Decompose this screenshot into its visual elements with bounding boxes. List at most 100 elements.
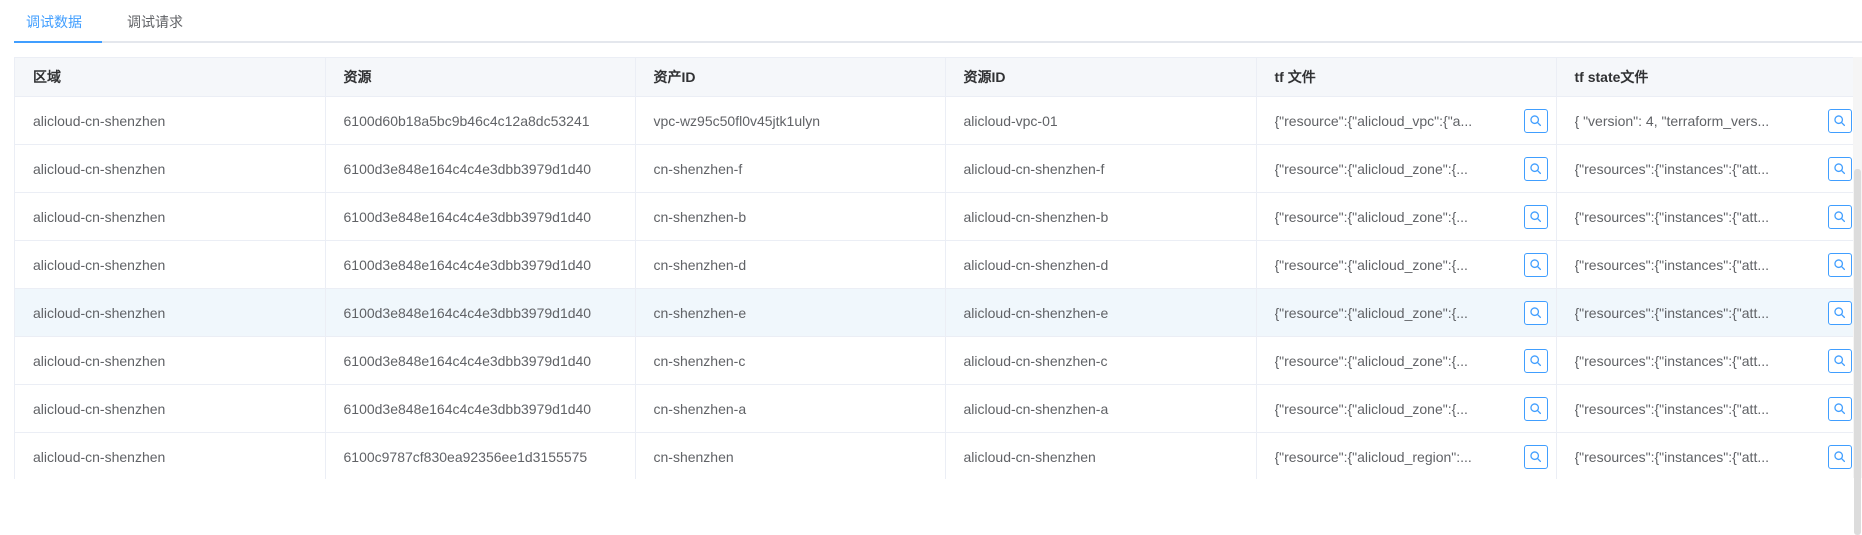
- cell-asset-id: cn-shenzhen-d: [635, 240, 946, 289]
- search-icon: [1529, 162, 1542, 175]
- search-icon: [1529, 450, 1542, 463]
- table-row[interactable]: alicloud-cn-shenzhen 6100d3e848e164c4c4e3…: [15, 336, 1861, 385]
- cell-region: alicloud-cn-shenzhen: [15, 432, 326, 479]
- tf-state-file-preview: {"resources":{"instances":{"att...: [1574, 208, 1770, 225]
- search-icon: [1833, 258, 1846, 271]
- cell-tf-file: {"resource":{"alicloud_zone":{...: [1256, 288, 1557, 337]
- tf-state-file-preview: {"resources":{"instances":{"att...: [1574, 400, 1770, 417]
- table-row[interactable]: alicloud-cn-shenzhen 6100d3e848e164c4c4e3…: [15, 144, 1861, 193]
- cell-resource: 6100d3e848e164c4c4e3dbb3979d1d40: [325, 240, 636, 289]
- tab-debug-request[interactable]: 调试请求: [127, 0, 183, 41]
- cell-tf-state-file: {"resources":{"instances":{"att...: [1556, 288, 1861, 337]
- view-tf-file-button[interactable]: [1523, 252, 1548, 277]
- cell-resource-id: alicloud-cn-shenzhen-c: [945, 336, 1257, 385]
- column-header-region: 区域: [15, 58, 326, 97]
- cell-tf-state-file: { "version": 4, "terraform_vers...: [1556, 96, 1861, 145]
- cell-resource-id: alicloud-cn-shenzhen-b: [945, 192, 1257, 241]
- view-tf-file-button[interactable]: [1523, 300, 1548, 325]
- table-row[interactable]: alicloud-cn-shenzhen 6100d3e848e164c4c4e3…: [15, 384, 1861, 433]
- cell-tf-state-file: {"resources":{"instances":{"att...: [1556, 432, 1861, 479]
- view-tf-state-file-button[interactable]: [1827, 204, 1852, 229]
- cell-resource: 6100c9787cf830ea92356ee1d3155575: [325, 432, 636, 479]
- scrollbar-thumb[interactable]: [1854, 169, 1861, 535]
- cell-resource-id: alicloud-cn-shenzhen: [945, 432, 1257, 479]
- tf-file-preview: {"resource":{"alicloud_zone":{...: [1274, 160, 1468, 177]
- tf-state-file-preview: { "version": 4, "terraform_vers...: [1574, 112, 1770, 129]
- search-icon: [1529, 114, 1542, 127]
- cell-tf-file: {"resource":{"alicloud_zone":{...: [1256, 240, 1557, 289]
- search-icon: [1833, 114, 1846, 127]
- column-header-tf-state-file: tf state文件: [1556, 58, 1861, 97]
- table-row[interactable]: alicloud-cn-shenzhen 6100d3e848e164c4c4e3…: [15, 240, 1861, 289]
- cell-resource: 6100d3e848e164c4c4e3dbb3979d1d40: [325, 288, 636, 337]
- cell-tf-file: {"resource":{"alicloud_zone":{...: [1256, 336, 1557, 385]
- cell-asset-id: cn-shenzhen-c: [635, 336, 946, 385]
- cell-asset-id: cn-shenzhen-e: [635, 288, 946, 337]
- cell-asset-id: cn-shenzhen-a: [635, 384, 946, 433]
- cell-region: alicloud-cn-shenzhen: [15, 288, 326, 337]
- view-tf-file-button[interactable]: [1523, 444, 1548, 469]
- view-tf-file-button[interactable]: [1523, 108, 1548, 133]
- tf-state-file-preview: {"resources":{"instances":{"att...: [1574, 448, 1770, 465]
- view-tf-file-button[interactable]: [1523, 204, 1548, 229]
- view-tf-file-button[interactable]: [1523, 156, 1548, 181]
- view-tf-state-file-button[interactable]: [1827, 156, 1852, 181]
- column-header-resource: 资源: [325, 58, 636, 97]
- tab-active-indicator: [14, 41, 102, 43]
- view-tf-state-file-button[interactable]: [1827, 252, 1852, 277]
- search-icon: [1833, 450, 1846, 463]
- cell-tf-state-file: {"resources":{"instances":{"att...: [1556, 192, 1861, 241]
- view-tf-state-file-button[interactable]: [1827, 300, 1852, 325]
- cell-region: alicloud-cn-shenzhen: [15, 96, 326, 145]
- search-icon: [1529, 354, 1542, 367]
- tf-state-file-preview: {"resources":{"instances":{"att...: [1574, 160, 1770, 177]
- tab-debug-data[interactable]: 调试数据: [26, 0, 82, 41]
- table-row[interactable]: alicloud-cn-shenzhen 6100d60b18a5bc9b46c4…: [15, 96, 1861, 145]
- search-icon: [1529, 306, 1542, 319]
- tf-file-preview: {"resource":{"alicloud_region":...: [1274, 448, 1472, 465]
- cell-tf-state-file: {"resources":{"instances":{"att...: [1556, 384, 1861, 433]
- cell-resource: 6100d60b18a5bc9b46c4c12a8dc53241: [325, 96, 636, 145]
- search-icon: [1833, 402, 1846, 415]
- view-tf-state-file-button[interactable]: [1827, 444, 1852, 469]
- table-row[interactable]: alicloud-cn-shenzhen 6100d3e848e164c4c4e3…: [15, 288, 1861, 337]
- view-tf-file-button[interactable]: [1523, 396, 1548, 421]
- tf-state-file-preview: {"resources":{"instances":{"att...: [1574, 256, 1770, 273]
- search-icon: [1529, 210, 1542, 223]
- cell-region: alicloud-cn-shenzhen: [15, 240, 326, 289]
- cell-tf-state-file: {"resources":{"instances":{"att...: [1556, 144, 1861, 193]
- cell-resource-id: alicloud-cn-shenzhen-f: [945, 144, 1257, 193]
- cell-tf-file: {"resource":{"alicloud_vpc":{"a...: [1256, 96, 1557, 145]
- view-tf-state-file-button[interactable]: [1827, 348, 1852, 373]
- search-icon: [1833, 210, 1846, 223]
- tf-state-file-preview: {"resources":{"instances":{"att...: [1574, 352, 1770, 369]
- search-icon: [1833, 354, 1846, 367]
- cell-asset-id: cn-shenzhen-b: [635, 192, 946, 241]
- cell-tf-state-file: {"resources":{"instances":{"att...: [1556, 240, 1861, 289]
- cell-tf-file: {"resource":{"alicloud_zone":{...: [1256, 144, 1557, 193]
- cell-tf-state-file: {"resources":{"instances":{"att...: [1556, 336, 1861, 385]
- cell-region: alicloud-cn-shenzhen: [15, 384, 326, 433]
- cell-resource: 6100d3e848e164c4c4e3dbb3979d1d40: [325, 384, 636, 433]
- cell-resource: 6100d3e848e164c4c4e3dbb3979d1d40: [325, 144, 636, 193]
- vertical-scrollbar[interactable]: [1853, 57, 1862, 535]
- debug-data-table: 区域 资源 资产ID 资源ID tf 文件 tf state文件 aliclou…: [14, 57, 1862, 479]
- cell-tf-file: {"resource":{"alicloud_zone":{...: [1256, 192, 1557, 241]
- search-icon: [1833, 306, 1846, 319]
- tf-file-preview: {"resource":{"alicloud_zone":{...: [1274, 352, 1468, 369]
- tf-file-preview: {"resource":{"alicloud_zone":{...: [1274, 256, 1468, 273]
- search-icon: [1529, 258, 1542, 271]
- cell-resource-id: alicloud-cn-shenzhen-e: [945, 288, 1257, 337]
- cell-resource: 6100d3e848e164c4c4e3dbb3979d1d40: [325, 192, 636, 241]
- view-tf-state-file-button[interactable]: [1827, 396, 1852, 421]
- search-icon: [1833, 162, 1846, 175]
- column-header-asset-id: 资产ID: [635, 58, 946, 97]
- cell-region: alicloud-cn-shenzhen: [15, 192, 326, 241]
- table-row[interactable]: alicloud-cn-shenzhen 6100d3e848e164c4c4e3…: [15, 192, 1861, 241]
- table-row[interactable]: alicloud-cn-shenzhen 6100c9787cf830ea9235…: [15, 432, 1861, 479]
- view-tf-file-button[interactable]: [1523, 348, 1548, 373]
- tab-debug-request-label: 调试请求: [127, 14, 183, 30]
- tf-file-preview: {"resource":{"alicloud_zone":{...: [1274, 400, 1468, 417]
- cell-asset-id: cn-shenzhen-f: [635, 144, 946, 193]
- view-tf-state-file-button[interactable]: [1827, 108, 1852, 133]
